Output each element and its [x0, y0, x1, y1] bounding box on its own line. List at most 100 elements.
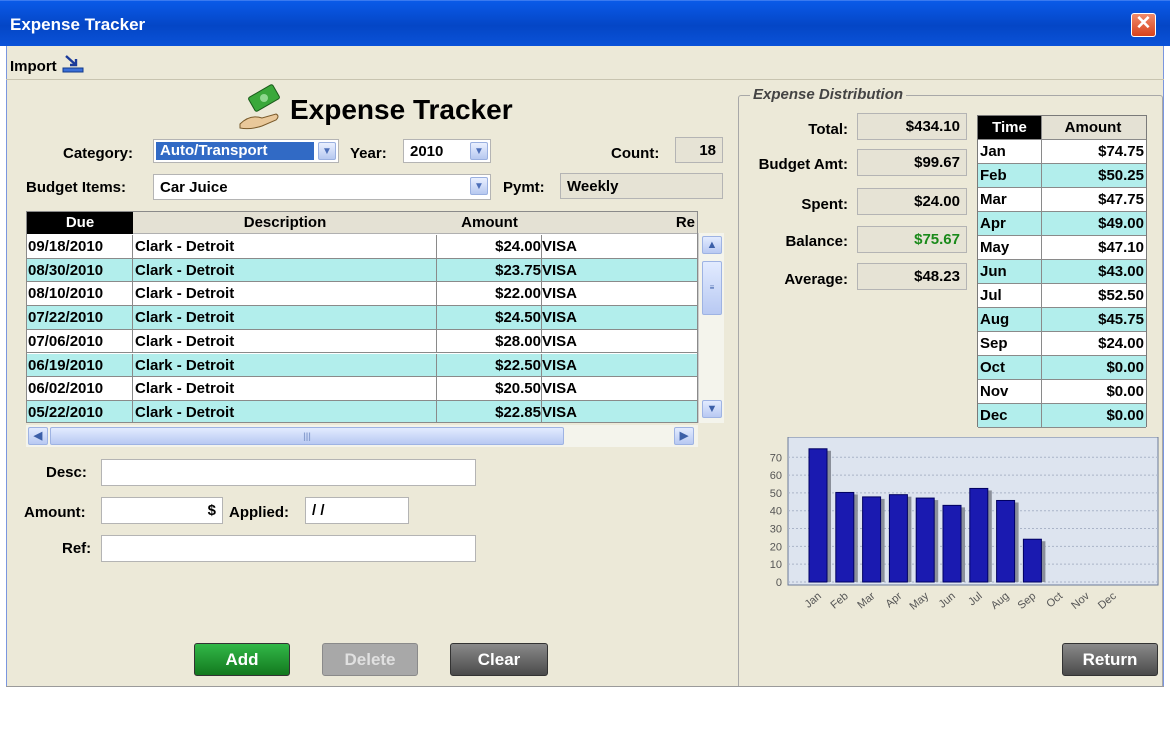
month-name: Feb	[978, 164, 1042, 187]
monthly-amount-table: Time Amount Jan $74.75 Feb $50.25 Mar $47.75 A…	[977, 115, 1147, 428]
monthly-row[interactable]: Feb $50.25	[978, 164, 1146, 188]
applied-date-input[interactable]: / /	[305, 497, 409, 524]
table-row[interactable]: 09/18/2010 Clark - Detroit $24.00 VISA	[27, 235, 697, 259]
window-titlebar: Expense Tracker	[0, 0, 1170, 46]
column-header-due[interactable]: Due	[27, 212, 133, 234]
cell-amount: $24.50	[437, 306, 542, 330]
x-tick-label: Jan	[803, 590, 824, 611]
year-select[interactable]: 2010 ▼	[403, 139, 491, 163]
cell-amount: $22.00	[437, 282, 542, 306]
x-tick-label: Dec	[1096, 590, 1119, 612]
budget-items-select[interactable]: Car Juice ▼	[153, 174, 491, 200]
window-title: Expense Tracker	[10, 15, 146, 34]
total-label: Total:	[808, 121, 848, 138]
scroll-right-icon[interactable]: ▶	[674, 427, 694, 445]
table-header: Due Description Amount Re	[27, 212, 697, 234]
pymt-value: Weekly	[560, 173, 723, 199]
column-header-ref[interactable]: Re	[542, 212, 697, 234]
scroll-thumb[interactable]: ≡	[702, 261, 722, 315]
monthly-row[interactable]: Sep $24.00	[978, 332, 1146, 356]
cell-ref: VISA	[542, 309, 578, 327]
monthly-row[interactable]: Apr $49.00	[978, 212, 1146, 236]
table-vertical-scrollbar[interactable]: ▲ ≡ ▼	[698, 233, 724, 423]
budget-items-label: Budget Items:	[26, 179, 127, 196]
scroll-up-icon[interactable]: ▲	[702, 236, 722, 254]
monthly-row[interactable]: May $47.10	[978, 236, 1146, 260]
bar-jul	[969, 487, 989, 583]
table-row[interactable]: 07/22/2010 Clark - Detroit $24.50 VISA	[27, 306, 697, 330]
chevron-down-icon[interactable]: ▼	[318, 142, 336, 160]
cell-description: Clark - Detroit	[133, 306, 437, 330]
amount-header[interactable]: Amount	[1042, 116, 1146, 139]
desc-input[interactable]	[101, 459, 476, 486]
clear-button[interactable]: Clear	[450, 643, 548, 676]
horizontal-scroll-thumb[interactable]: |||	[50, 427, 564, 445]
column-header-amount[interactable]: Amount	[437, 212, 542, 234]
page-title: Expense Tracker	[290, 94, 513, 125]
table-row[interactable]: 07/06/2010 Clark - Detroit $28.00 VISA	[27, 329, 697, 354]
y-tick-label: 70	[770, 452, 782, 464]
monthly-row[interactable]: Jun $43.00	[978, 260, 1146, 284]
ref-input[interactable]	[101, 535, 476, 562]
month-amount: $50.25	[1098, 167, 1144, 184]
amount-currency: $	[207, 502, 216, 519]
monthly-row[interactable]: Nov $0.00	[978, 380, 1146, 404]
budget-amt-value: $99.67	[857, 149, 967, 176]
cell-ref: VISA	[542, 261, 578, 279]
cell-due: 09/18/2010	[27, 235, 133, 258]
monthly-row[interactable]: Mar $47.75	[978, 188, 1146, 212]
month-amount: $43.00	[1098, 263, 1144, 280]
pymt-label: Pymt:	[503, 179, 545, 196]
month-amount: $47.10	[1098, 239, 1144, 256]
cell-ref: VISA	[542, 356, 578, 374]
table-row[interactable]: 08/30/2010 Clark - Detroit $23.75 VISA	[27, 258, 697, 283]
cell-description: Clark - Detroit	[133, 258, 437, 282]
table-row[interactable]: 08/10/2010 Clark - Detroit $22.00 VISA	[27, 282, 697, 306]
time-header[interactable]: Time	[978, 116, 1042, 139]
add-button[interactable]: Add	[194, 643, 290, 676]
cell-amount: $23.75	[437, 258, 542, 282]
column-header-description[interactable]: Description	[133, 212, 437, 234]
cell-ref: VISA	[542, 238, 578, 255]
chevron-down-icon[interactable]: ▼	[470, 177, 488, 195]
table-row[interactable]: 05/22/2010 Clark - Detroit $22.85 VISA	[27, 400, 697, 422]
cell-ref: VISA	[542, 380, 578, 398]
monthly-row[interactable]: Jul $52.50	[978, 284, 1146, 308]
table-row[interactable]: 06/19/2010 Clark - Detroit $22.50 VISA	[27, 353, 697, 377]
month-amount: $52.50	[1098, 287, 1144, 304]
x-tick-label: Feb	[828, 590, 850, 611]
import-button[interactable]: Import	[10, 55, 84, 77]
cell-due: 07/06/2010	[27, 329, 133, 353]
cell-due: 05/22/2010	[27, 400, 133, 422]
close-button[interactable]: ✕	[1131, 13, 1156, 37]
amount-label: Amount:	[24, 504, 86, 521]
cell-due: 08/10/2010	[27, 282, 133, 306]
category-select[interactable]: Auto/Transport ▼	[153, 139, 339, 163]
import-label: Import	[10, 57, 57, 75]
amount-input[interactable]: $	[101, 497, 223, 524]
count-value: 18	[675, 137, 723, 163]
table-row[interactable]: 06/02/2010 Clark - Detroit $20.50 VISA	[27, 377, 697, 401]
monthly-row[interactable]: Dec $0.00	[978, 404, 1146, 428]
average-label: Average:	[784, 271, 848, 288]
expense-table: Due Description Amount Re 09/18/2010 Clar…	[26, 211, 698, 423]
monthly-row[interactable]: Aug $45.75	[978, 308, 1146, 332]
monthly-row[interactable]: Oct $0.00	[978, 356, 1146, 380]
applied-label: Applied:	[229, 504, 289, 521]
month-name: Apr	[978, 212, 1042, 235]
cell-description: Clark - Detroit	[133, 235, 437, 258]
table-horizontal-scrollbar[interactable]: ◀ ||| ▶	[26, 425, 698, 447]
month-amount: $49.00	[1098, 215, 1144, 232]
scroll-left-icon[interactable]: ◀	[28, 427, 48, 445]
bar-may	[915, 497, 935, 583]
chevron-down-icon[interactable]: ▼	[470, 142, 488, 160]
bar-aug	[996, 499, 1016, 583]
monthly-row[interactable]: Jan $74.75	[978, 140, 1146, 164]
month-amount: $47.75	[1098, 191, 1144, 208]
cell-description: Clark - Detroit	[133, 353, 437, 377]
balance-label: Balance:	[785, 233, 848, 250]
delete-button[interactable]: Delete	[322, 643, 418, 676]
bar-feb	[835, 491, 855, 583]
x-tick-label: Jul	[966, 590, 984, 608]
scroll-down-icon[interactable]: ▼	[702, 400, 722, 418]
